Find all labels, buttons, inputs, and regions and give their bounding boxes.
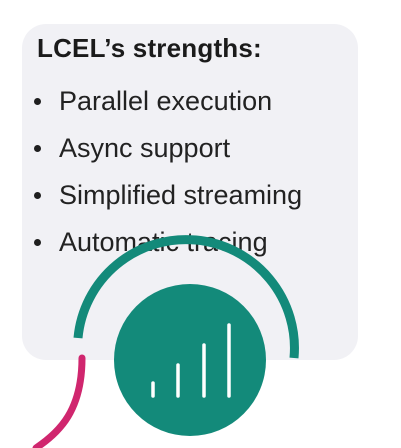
list-item: Parallel execution [34,78,302,125]
bullet-icon [34,145,41,152]
list-item: Async support [34,125,302,172]
list-item: Simplified streaming [34,172,302,219]
magenta-curve [32,354,86,448]
bullet-icon [34,192,41,199]
list-item-label: Automatic tracing [59,227,268,257]
strengths-list: Parallel execution Async support Simplif… [34,78,302,266]
bullet-icon [34,98,41,105]
list-item-label: Parallel execution [59,86,273,116]
list-item-label: Simplified streaming [59,180,303,210]
list-item: Automatic tracing [34,219,302,266]
bullet-icon [34,239,41,246]
list-item-label: Async support [59,133,231,163]
card-title: LCEL’s strengths: [37,33,262,63]
slide: LCEL’s strengths: Parallel execution Asy… [0,0,401,448]
